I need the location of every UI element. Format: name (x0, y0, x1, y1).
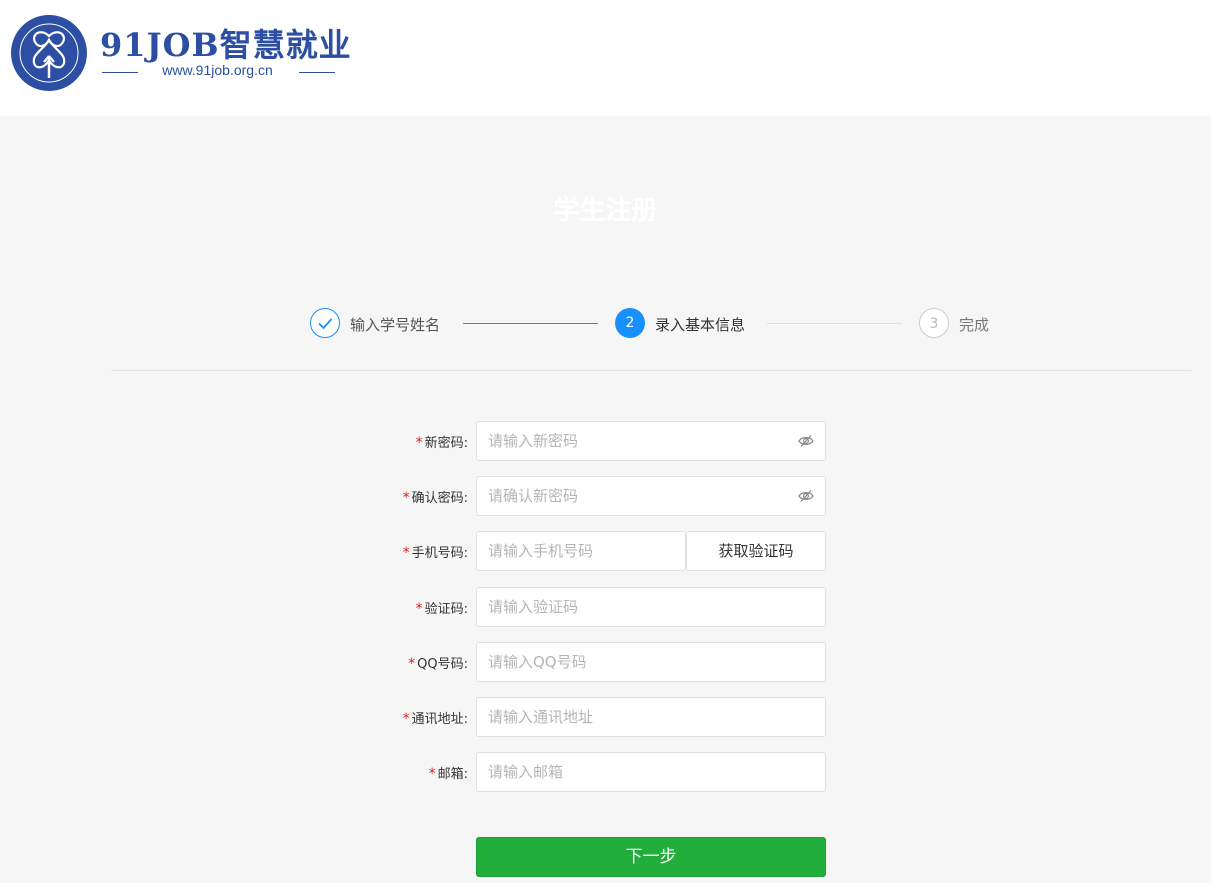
required-mark: * (402, 490, 410, 506)
required-mark: * (415, 435, 423, 451)
new-password-row: * 新密码: (300, 421, 830, 461)
phone-row: *手机号码: 获取验证码 (300, 531, 830, 571)
required-mark: * (402, 545, 410, 561)
email-row: * 邮箱: (300, 752, 830, 792)
qq-input[interactable] (476, 642, 826, 682)
phone-label-text: 手机号码: (411, 546, 468, 561)
qq-row: * QQ号码: (300, 642, 830, 682)
brand-url-row: www.91job.org.cn (100, 62, 335, 82)
required-mark: * (415, 601, 423, 617)
page-title: 学生注册 (553, 196, 658, 226)
get-code-button[interactable]: 获取验证码 (686, 531, 826, 571)
qq-label-text: QQ号码: (417, 657, 468, 672)
logo-icon[interactable] (10, 14, 88, 92)
confirm-password-input[interactable] (476, 476, 826, 516)
email-label-text: 邮箱: (437, 767, 468, 782)
step-connector-1 (463, 323, 598, 324)
step-2-circle: 2 (615, 308, 645, 338)
step-3-label: 完成 (959, 316, 990, 334)
required-mark: * (428, 766, 436, 782)
confirm-password-label: * 确认密码: (403, 487, 468, 506)
brand-url-line-right (299, 72, 335, 73)
address-row: * 通讯地址: (300, 697, 830, 737)
address-label-text: 通讯地址: (411, 712, 468, 727)
code-input[interactable] (476, 587, 826, 627)
check-icon (318, 318, 333, 330)
brand-url: www.91job.org.cn (162, 62, 273, 78)
new-password-label: * 新密码: (416, 432, 468, 451)
eye-hidden-icon[interactable] (797, 433, 815, 449)
code-label-text: 验证码: (424, 602, 468, 617)
brand-title: 91JOB智慧就业 (100, 26, 352, 64)
step-1-circle (310, 308, 340, 338)
divider (111, 370, 1191, 371)
phone-input[interactable] (476, 531, 686, 571)
step-1-label: 输入学号姓名 (350, 316, 441, 334)
step-3-circle: 3 (919, 308, 949, 338)
steps-bar: 输入学号姓名 2 录入基本信息 3 完成 (310, 307, 1000, 341)
code-row: * 验证码: (300, 587, 830, 627)
confirm-password-label-text: 确认密码: (411, 491, 468, 506)
phone-label: * 手机号码: (403, 542, 468, 561)
confirm-password-row: * 确认密码: (300, 476, 830, 516)
qq-label: * QQ号码: (408, 653, 468, 672)
header: 91JOB智慧就业 www.91job.org.cn (0, 0, 1211, 116)
email-label: * 邮箱: (429, 763, 468, 782)
new-password-input[interactable] (476, 421, 826, 461)
address-label: * 通讯地址: (403, 708, 468, 727)
step-2-label: 录入基本信息 (655, 316, 746, 334)
step-connector-2 (767, 323, 902, 324)
required-mark: * (402, 711, 410, 727)
address-input[interactable] (476, 697, 826, 737)
next-step-button[interactable]: 下一步 (476, 837, 826, 877)
required-mark: * (408, 656, 416, 672)
code-label: * 验证码: (416, 598, 468, 617)
email-input[interactable] (476, 752, 826, 792)
new-password-label-text: 新密码: (424, 436, 468, 451)
eye-hidden-icon[interactable] (797, 488, 815, 504)
